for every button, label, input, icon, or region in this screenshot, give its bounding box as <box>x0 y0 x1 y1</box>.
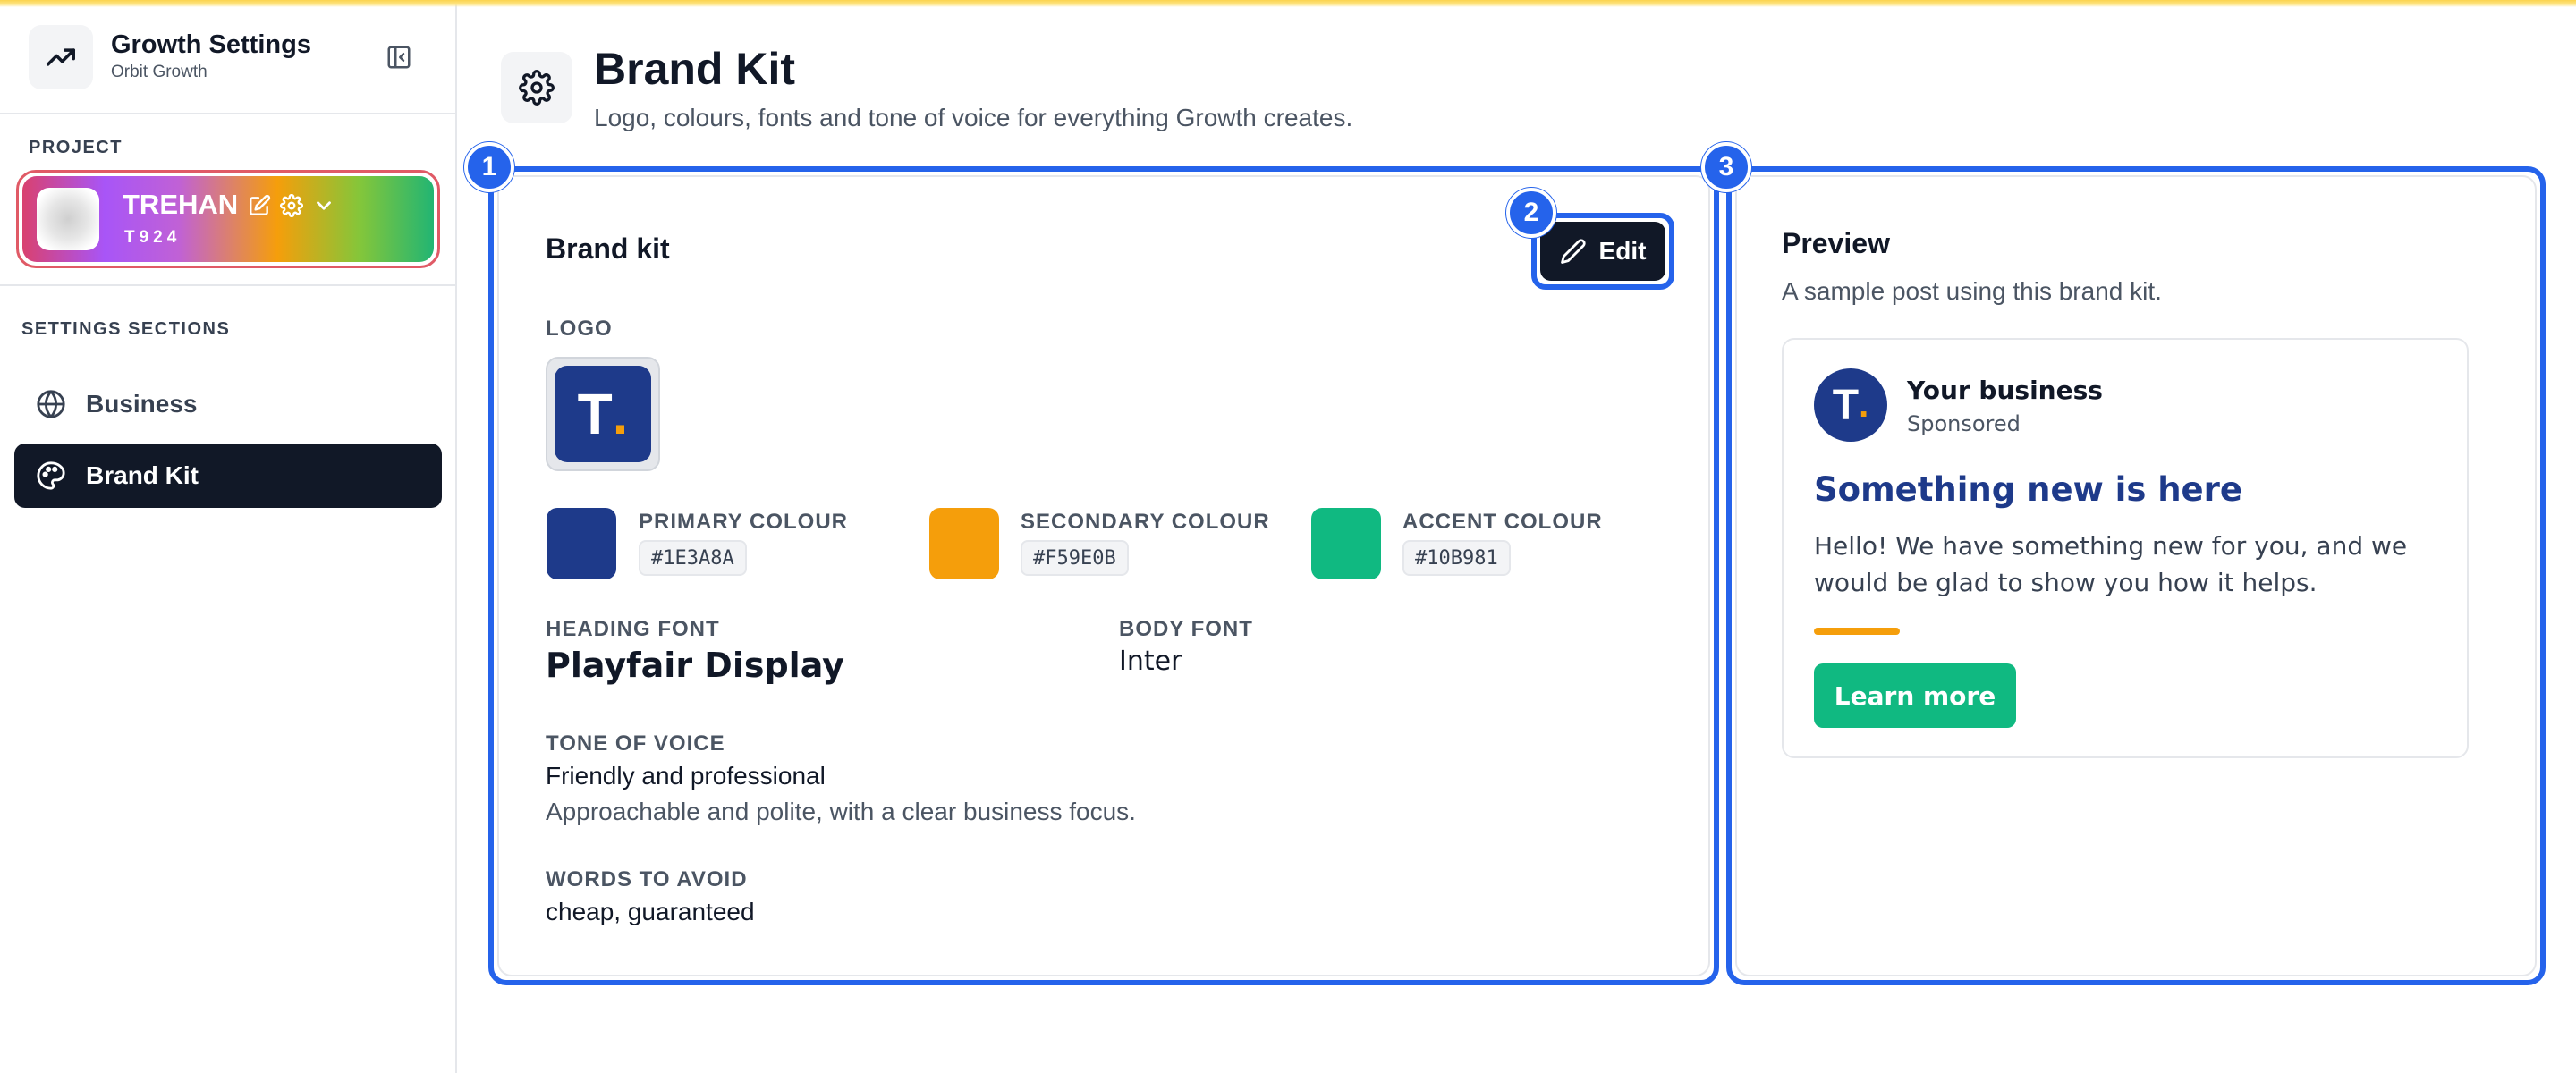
chevron-down-icon[interactable] <box>312 194 335 222</box>
logo-label: LOGO <box>546 317 613 341</box>
words-to-avoid-label: WORDS TO AVOID <box>546 867 748 891</box>
post-business-name: Your business <box>1907 376 2103 405</box>
sidebar-item-business[interactable]: Business <box>14 372 442 436</box>
tone-value: Friendly and professional <box>546 762 826 790</box>
brand-logo-mark: T. <box>555 366 651 462</box>
secondary-colour-label: SECONDARY COLOUR <box>1021 510 1270 534</box>
brand-kit-panel <box>497 175 1710 976</box>
sample-post: T. Your business Sponsored Something new… <box>1782 338 2469 758</box>
primary-colour-hex: #1E3A8A <box>639 540 747 576</box>
settings-icon <box>501 52 572 123</box>
secondary-colour-swatch <box>929 508 999 579</box>
app-title: Growth Settings <box>111 30 311 59</box>
post-accent-bar <box>1814 628 1900 635</box>
step-badge-2: 2 <box>1506 188 1556 238</box>
post-body: Hello! We have something new for you, an… <box>1814 531 2408 597</box>
palette-icon <box>37 461 65 490</box>
accent-colour-label: ACCENT COLOUR <box>1402 510 1603 534</box>
globe-icon <box>37 390 65 418</box>
project-avatar <box>37 188 99 250</box>
sidebar-item-label: Business <box>86 390 198 418</box>
heading-font-label: HEADING FONT <box>546 617 720 641</box>
sidebar: Growth Settings Orbit Growth PROJECT TRE… <box>0 0 457 1073</box>
primary-colour-swatch <box>547 508 616 579</box>
post-avatar-dot: . <box>1859 384 1869 425</box>
app-subtitle: Orbit Growth <box>111 63 208 81</box>
tone-label: TONE OF VOICE <box>546 731 725 756</box>
secondary-colour-hex: #F59E0B <box>1021 540 1129 576</box>
body-font-value: Inter <box>1119 646 1182 677</box>
page-subtitle: Logo, colours, fonts and tone of voice f… <box>594 104 1353 131</box>
settings-sections-label: SETTINGS SECTIONS <box>21 319 231 339</box>
project-name: TREHAN <box>123 189 239 220</box>
page-title: Brand Kit <box>594 44 795 94</box>
project-actions <box>248 193 335 222</box>
step-badge-1: 1 <box>464 142 514 192</box>
accent-colour-swatch <box>1311 508 1381 579</box>
project-selector[interactable]: TREHAN T924 <box>16 170 440 268</box>
step-badge-3: 3 <box>1701 142 1751 192</box>
accent-colour-hex: #10B981 <box>1402 540 1511 576</box>
logo-dot: . <box>612 382 629 446</box>
post-headline: Something new is here <box>1814 470 2242 509</box>
preview-subtitle: A sample post using this brand kit. <box>1782 277 2162 305</box>
sidebar-divider <box>0 113 455 114</box>
learn-more-button[interactable]: Learn more <box>1814 663 2016 728</box>
tone-description: Approachable and polite, with a clear bu… <box>546 798 1136 825</box>
edit-project-icon[interactable] <box>248 194 271 222</box>
edit-button[interactable]: Edit <box>1540 222 1665 281</box>
edit-button-label: Edit <box>1598 237 1647 265</box>
sidebar-item-brand-kit[interactable]: Brand Kit <box>14 444 442 508</box>
pencil-icon <box>1560 239 1586 264</box>
sidebar-divider <box>0 284 455 286</box>
words-to-avoid-value: cheap, guaranteed <box>546 898 755 925</box>
top-accent-bar <box>0 0 2576 7</box>
post-avatar-letter: T <box>1832 381 1860 429</box>
collapse-sidebar-button[interactable] <box>379 38 419 77</box>
logo-letter: T <box>577 382 613 446</box>
post-sponsored: Sponsored <box>1907 411 2021 436</box>
project-label: PROJECT <box>29 138 123 157</box>
app-header: Growth Settings Orbit Growth <box>29 25 431 89</box>
heading-font-value: Playfair Display <box>546 646 844 685</box>
project-settings-icon[interactable] <box>279 193 304 222</box>
project-code: T924 <box>124 228 182 247</box>
primary-colour-label: PRIMARY COLOUR <box>639 510 849 534</box>
sidebar-item-label: Brand Kit <box>86 461 199 489</box>
preview-title: Preview <box>1782 227 1890 259</box>
body-font-label: BODY FONT <box>1119 617 1253 641</box>
brand-logo: T. <box>546 357 660 471</box>
sidebar-collapse-icon <box>387 46 411 69</box>
trending-up-icon <box>29 25 93 89</box>
brand-kit-title: Brand kit <box>546 232 670 265</box>
post-avatar: T. <box>1814 368 1887 442</box>
project-card[interactable]: TREHAN T924 <box>22 176 434 262</box>
